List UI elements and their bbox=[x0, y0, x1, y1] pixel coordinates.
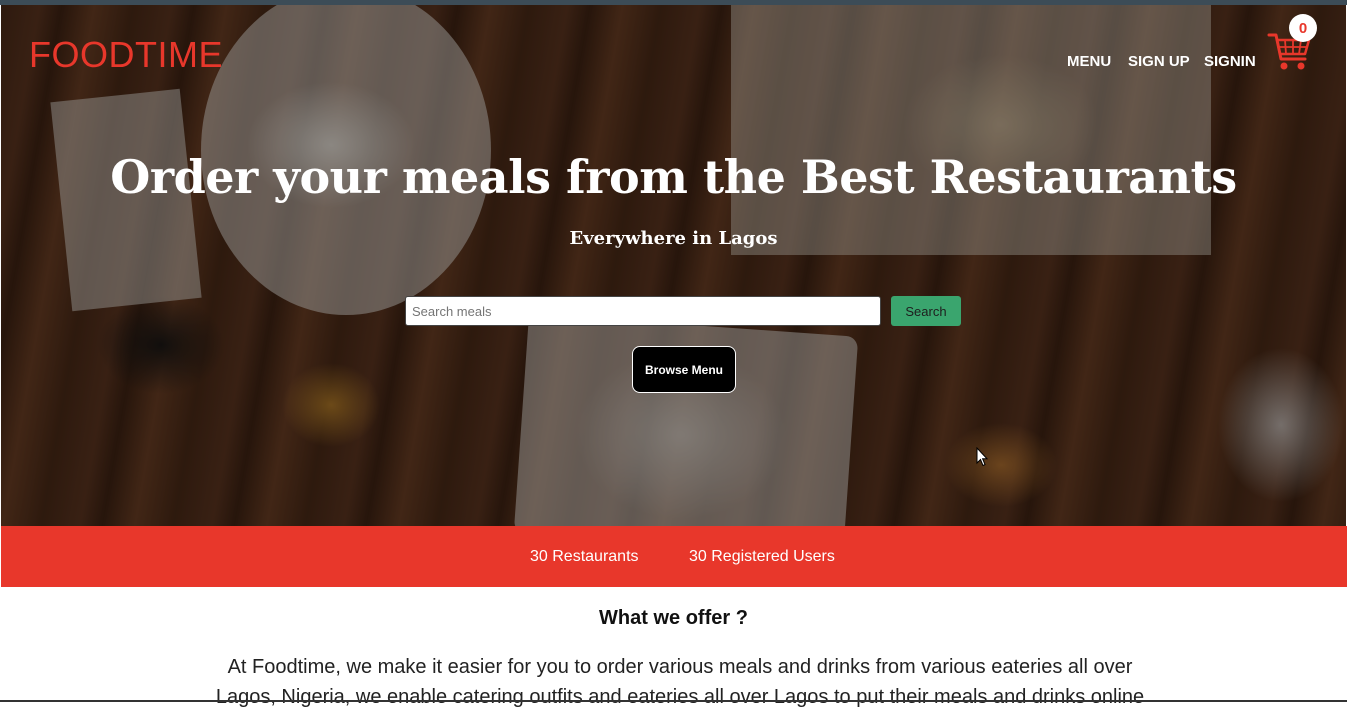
nav-menu-link[interactable]: MENU bbox=[1067, 53, 1111, 70]
hero-overlay bbox=[1, 5, 1346, 526]
offer-heading: What we offer ? bbox=[599, 607, 748, 629]
hero-banner bbox=[1, 5, 1346, 526]
registered-users-count: 30 Registered Users bbox=[689, 548, 835, 565]
search-input[interactable] bbox=[405, 296, 881, 326]
restaurant-count: 30 Restaurants bbox=[530, 548, 639, 565]
nav-signup-link[interactable]: SIGN UP bbox=[1128, 53, 1190, 70]
search-button[interactable]: Search bbox=[891, 296, 961, 326]
offer-description: At Foodtime, we make it easier for you t… bbox=[215, 656, 1145, 708]
hero-title: Order your meals from the Best Restauran… bbox=[110, 150, 1237, 204]
cart-count-badge: 0 bbox=[1289, 14, 1317, 42]
brand-logo[interactable]: FOODTIME bbox=[29, 34, 223, 76]
browse-menu-button[interactable]: Browse Menu bbox=[632, 346, 736, 393]
hero-subtitle: Everywhere in Lagos bbox=[569, 228, 778, 249]
stats-bar: 30 Restaurants 30 Registered Users bbox=[1, 526, 1347, 587]
mouse-cursor-icon bbox=[976, 447, 988, 467]
nav-signin-link[interactable]: SIGNIN bbox=[1204, 53, 1256, 70]
